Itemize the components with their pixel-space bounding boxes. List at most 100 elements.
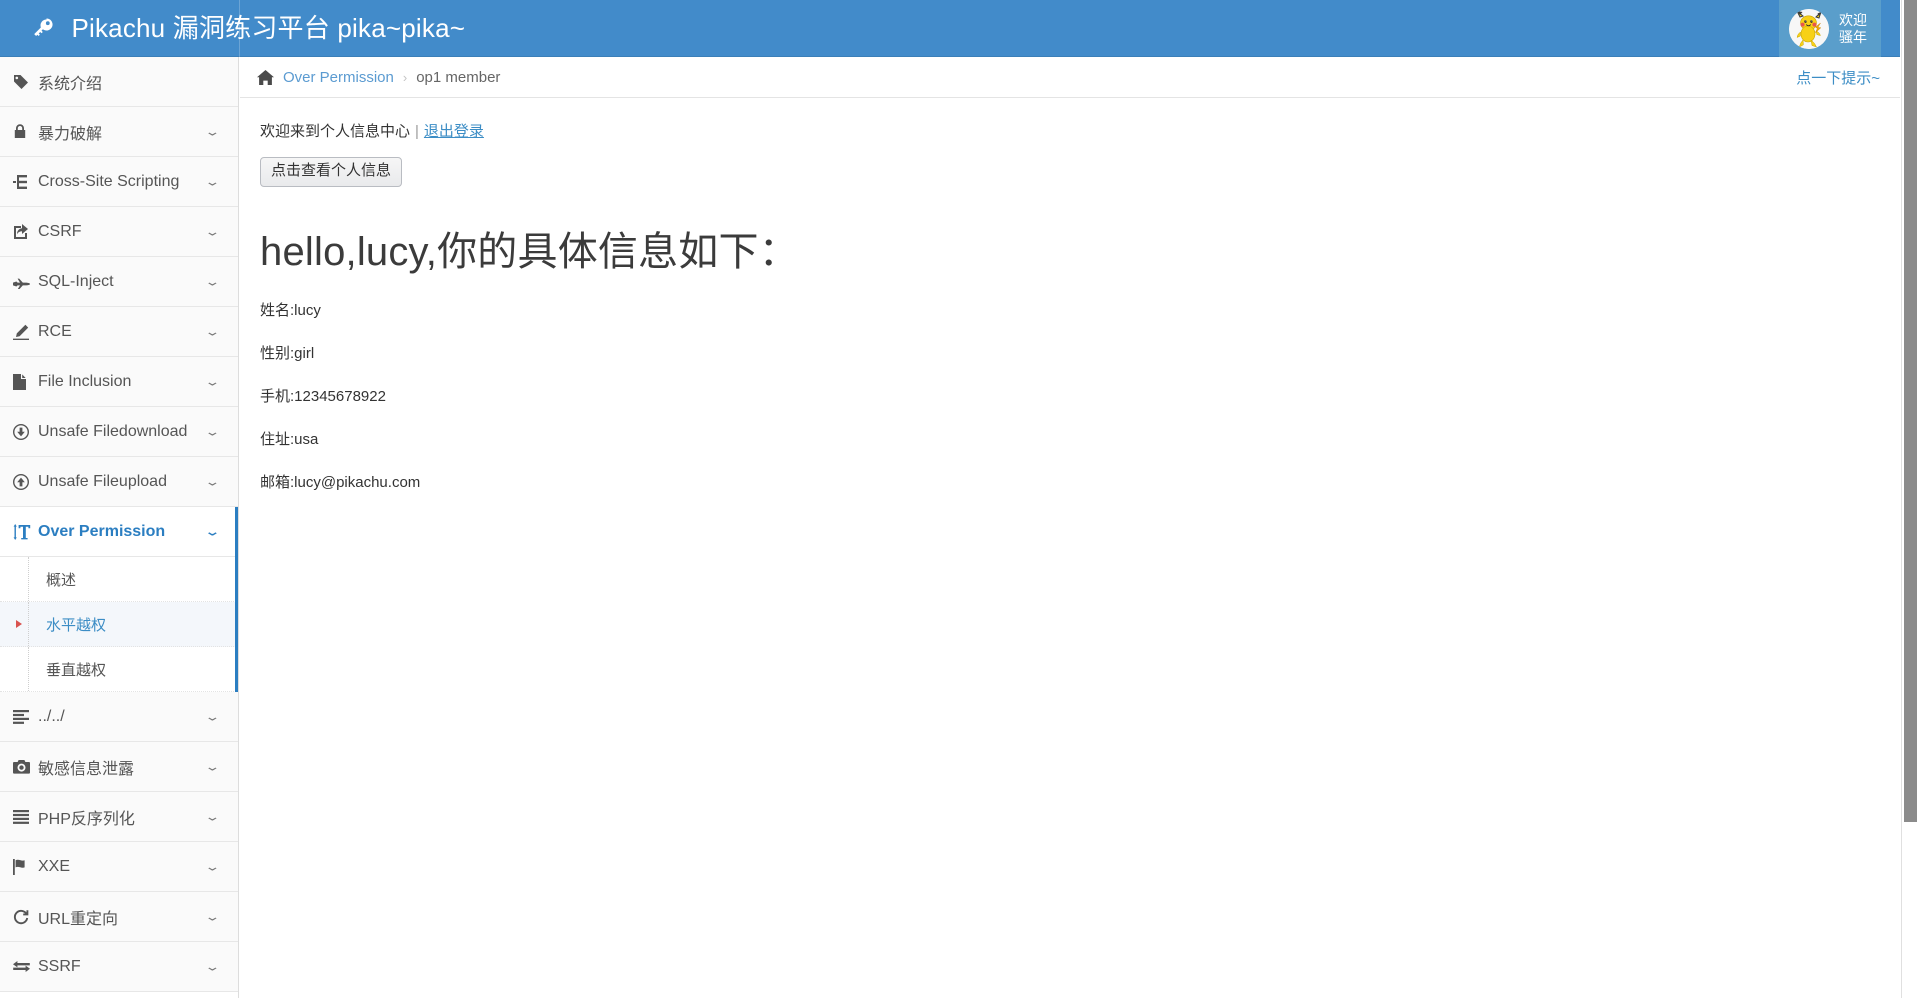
refresh-icon [13,909,35,925]
home-icon [257,69,274,85]
chevron-down-icon: ⌄ [204,959,221,973]
breadcrumb-parent-link[interactable]: Over Permission [283,69,394,86]
sidebar-item-over-permission[interactable]: Over Permission ⌄ [0,507,238,557]
sidebar-item-label: Unsafe Filedownload [38,422,188,440]
sidebar-item-label: File Inclusion [38,372,132,390]
sidebar-item-xss[interactable]: Cross-Site Scripting ⌄ [0,157,238,207]
sidebar-item-label: SQL-Inject [38,272,114,290]
sidebar-item-label: Cross-Site Scripting [38,172,180,190]
chevron-down-icon: ⌄ [204,174,221,188]
info-row-address: 住址:usa [260,430,319,448]
sidebar-nav[interactable]: 系统介绍 暴力破解 ⌄ Cross-Site Scripting ⌄ CSRF … [0,57,239,1001]
breadcrumb-current: op1 member [416,68,501,86]
sidebar-item-label: URL重定向 [38,910,119,928]
chevron-down-icon: ⌄ [204,809,221,823]
share-square-icon [13,223,35,240]
sitemap-icon [13,174,35,190]
caret-right-icon [16,620,22,628]
exchange-icon [13,960,35,973]
tag-icon [13,74,35,90]
text-height-icon [13,523,35,540]
sidebar-item-php-deserialize[interactable]: PHP反序列化 ⌄ [0,792,238,842]
chevron-down-icon: ⌄ [204,424,221,438]
sidebar-item-label: ../../ [38,707,65,725]
hint-link[interactable]: 点一下提示~ [1796,67,1880,88]
page-title: hello,lucy,你的具体信息如下： [260,229,799,274]
sidebar-item-unsafe-filedownload[interactable]: Unsafe Filedownload ⌄ [0,407,238,457]
chevron-down-icon: ⌄ [204,274,221,288]
sidebar-item-rce[interactable]: RCE ⌄ [0,307,238,357]
breadcrumb: Over Permission › op1 member 点一下提示~ [240,57,1900,98]
sidebar-item-xxe[interactable]: XXE ⌄ [0,842,238,892]
sidebar-item-label: 系统介绍 [38,75,103,93]
flag-icon [13,858,35,875]
sidebar-item-csrf[interactable]: CSRF ⌄ [0,207,238,257]
chevron-down-icon: ⌄ [204,374,221,388]
member-panel: 欢迎来到个人信息中心 | 退出登录 点击查看个人信息 hello,lucy,你的具体… [240,98,1900,492]
brand-title[interactable]: Pikachu 漏洞练习平台 pika~pika~ [32,0,465,57]
lock-icon [13,123,35,140]
sidebar-item-label: 敏感信息泄露 [38,760,135,778]
file-icon [13,373,35,390]
sidebar-subitem-label: 概述 [46,571,77,589]
info-row-name: 姓名:lucy [260,301,321,319]
chevron-down-icon: ⌄ [204,859,221,873]
sidebar-item-label: RCE [38,322,72,340]
sidebar-item-label: SSRF [38,957,81,975]
sidebar-item-label: XXE [38,857,71,875]
top-header-bar: Pikachu 漏洞练习平台 pika~pika~ 欢迎 骚年 [0,0,1900,57]
camera-icon [13,759,35,774]
sidebar-item-sensitive-info[interactable]: 敏感信息泄露 ⌄ [0,742,238,792]
user-welcome-box[interactable]: 欢迎 骚年 [1779,0,1881,57]
breadcrumb-separator: › [402,69,408,85]
sidebar-item-brute-force[interactable]: 暴力破解 ⌄ [0,107,238,157]
sidebar-item-label: 暴力破解 [38,125,103,143]
header-divider [239,0,240,57]
vertical-scrollbar-thumb[interactable] [1904,0,1917,822]
sidebar-item-label: Unsafe Fileupload [38,472,167,490]
logout-link[interactable]: 退出登录 [424,123,484,140]
sidebar-item-directory-traversal[interactable]: ../../ ⌄ [0,692,238,742]
bars-icon [13,809,35,824]
view-info-button[interactable]: 点击查看个人信息 [260,157,403,187]
sidebar-subitem-vertical-privilege[interactable]: 垂直越权 [0,647,238,692]
welcome-line-1: 欢迎 [1839,11,1867,28]
sidebar-item-file-inclusion[interactable]: File Inclusion ⌄ [0,357,238,407]
sidebar-item-sql-inject[interactable]: SQL-Inject ⌄ [0,257,238,307]
active-pointer-icon [237,611,238,637]
greeting-line: 欢迎来到个人信息中心 | 退出登录 [260,120,1880,141]
greeting-separator: | [415,123,419,140]
plane-icon [13,275,35,289]
key-icon [32,4,56,61]
sidebar-item-label: PHP反序列化 [38,810,135,828]
info-row-email: 邮箱:lucy@pikachu.com [260,473,421,491]
info-row-phone: 手机:12345678922 [260,387,386,405]
pikachu-avatar [1789,8,1829,49]
sidebar-subitem-label: 水平越权 [46,616,107,634]
vertical-scrollbar-track[interactable] [1901,0,1920,1001]
chevron-down-icon: ⌄ [204,709,221,723]
chevron-down-icon: ⌄ [204,524,221,538]
list-icon [13,709,35,724]
sidebar-item-label: CSRF [38,222,82,240]
sidebar-item-ssrf[interactable]: SSRF ⌄ [0,942,238,992]
sidebar-item-system-intro[interactable]: 系统介绍 [0,57,238,107]
info-row-sex: 性别:girl [260,344,315,362]
pencil-icon [13,324,35,340]
arrow-circle-down-icon [13,423,35,440]
sidebar-item-url-redirect[interactable]: URL重定向 ⌄ [0,892,238,942]
sidebar-item-label: Over Permission [38,522,166,540]
sidebar-submenu-over-permission: 概述 水平越权 垂直越权 [0,557,238,692]
greeting-text: 欢迎来到个人信息中心 [260,123,411,140]
sidebar-subitem-label: 垂直越权 [46,661,107,679]
chevron-down-icon: ⌄ [204,224,221,238]
arrow-circle-up-icon [13,473,35,490]
chevron-down-icon: ⌄ [204,324,221,338]
chevron-down-icon: ⌄ [204,909,221,923]
sidebar-subitem-overview[interactable]: 概述 [0,557,238,602]
main-content: Over Permission › op1 member 点一下提示~ 欢迎来到… [240,57,1900,1001]
brand-title-text: Pikachu 漏洞练习平台 pika~pika~ [71,13,466,43]
chevron-down-icon: ⌄ [204,474,221,488]
sidebar-item-unsafe-fileupload[interactable]: Unsafe Fileupload ⌄ [0,457,238,507]
sidebar-subitem-horizontal-privilege[interactable]: 水平越权 [0,602,238,647]
